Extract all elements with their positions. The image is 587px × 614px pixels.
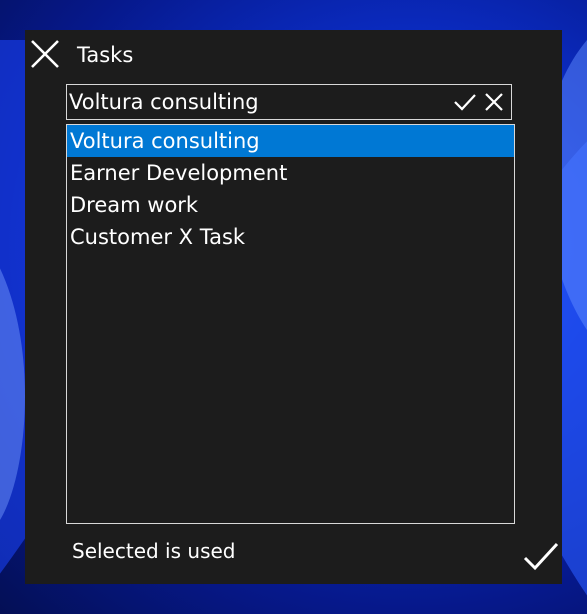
list-item-customer-x-task[interactable]: Customer X Task [67, 221, 514, 253]
list-item-earner-development[interactable]: Earner Development [67, 157, 514, 189]
dialog-title: Tasks [77, 43, 134, 67]
close-icon [485, 93, 503, 111]
close-button[interactable] [29, 38, 61, 70]
tasks-dialog: Tasks Voltura consulting Earner Developm… [25, 30, 562, 584]
checkmark-icon [454, 94, 476, 111]
status-text: Selected is used [72, 539, 236, 563]
close-icon [31, 40, 59, 68]
list-item-dream-work[interactable]: Dream work [67, 189, 514, 221]
checkmark-icon [523, 542, 559, 571]
list-item-voltura-consulting[interactable]: Voltura consulting [67, 125, 514, 157]
confirm-input-button[interactable] [453, 91, 477, 113]
task-list[interactable]: Voltura consulting Earner Development Dr… [66, 124, 515, 524]
task-combo [66, 84, 512, 120]
task-input[interactable] [69, 88, 449, 116]
clear-input-button[interactable] [483, 91, 505, 113]
ok-button[interactable] [522, 540, 560, 574]
